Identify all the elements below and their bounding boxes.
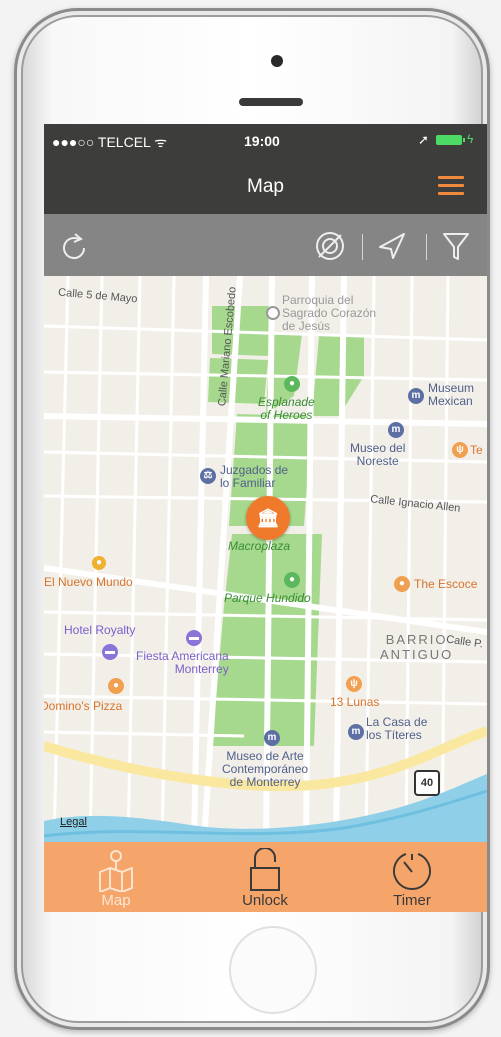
government-pin-icon[interactable]: ⚖ bbox=[200, 468, 216, 484]
legal-link[interactable]: Legal bbox=[60, 816, 87, 829]
poi-label: La Casa de los Títeres bbox=[366, 715, 428, 742]
carrier-signal: ●●●○○ TELCEL ᯤ bbox=[52, 134, 167, 150]
poi-label: Fiesta Americana Monterrey bbox=[136, 649, 229, 676]
map-view[interactable]: Calle 5 de Mayo Calle Mariano Escobedo C… bbox=[44, 276, 487, 842]
app-screen: ●●●○○ TELCEL ᯤ 19:00 ➚ ϟ Map Calle 5 de … bbox=[44, 124, 487, 912]
museum-pin-icon[interactable]: m bbox=[264, 730, 280, 746]
museum-pin-icon[interactable]: m bbox=[348, 724, 364, 740]
poi-label: Macroplaza bbox=[228, 539, 291, 553]
navigate-arrow-icon[interactable] bbox=[376, 230, 408, 262]
filter-icon[interactable] bbox=[442, 230, 470, 262]
pizza-pin-icon[interactable]: ● bbox=[108, 678, 124, 694]
poi-label: 13 Lunas bbox=[330, 695, 380, 709]
poi-label: Parroquia del Sagrado Corazón de Jesús bbox=[282, 293, 377, 333]
poi-label: Museo del Noreste bbox=[350, 441, 406, 468]
hamburger-menu-icon[interactable] bbox=[438, 176, 464, 196]
front-camera bbox=[271, 55, 283, 67]
status-bar: ●●●○○ TELCEL ᯤ 19:00 ➚ ϟ bbox=[44, 124, 487, 156]
poi-label: Museum Mexican bbox=[428, 381, 475, 408]
bar-pin-icon[interactable]: ● bbox=[394, 576, 410, 592]
hotel-pin-icon[interactable]: ▬ bbox=[102, 644, 118, 660]
tab-bar: Map Unlock Timer bbox=[44, 842, 487, 912]
tab-timer[interactable]: Timer bbox=[352, 842, 472, 912]
restaurant-pin-icon[interactable]: ψ bbox=[346, 676, 362, 692]
restaurant-pin-icon[interactable]: ψ bbox=[452, 442, 468, 458]
page-title: Map bbox=[247, 176, 284, 197]
timer-icon bbox=[393, 853, 431, 890]
map-icon bbox=[99, 850, 133, 892]
home-button[interactable] bbox=[229, 926, 317, 1014]
park-pin-icon[interactable]: ● bbox=[284, 572, 300, 588]
toolbar-separator bbox=[362, 234, 363, 260]
charging-icon: ϟ bbox=[467, 132, 474, 146]
poi-label: The Escoce bbox=[414, 577, 478, 591]
tab-unlock[interactable]: Unlock bbox=[205, 842, 325, 912]
tab-label: Map bbox=[101, 892, 131, 909]
church-pin-icon[interactable] bbox=[266, 306, 280, 320]
nav-bar: Map bbox=[44, 156, 487, 214]
toolbar-separator bbox=[426, 234, 427, 260]
store-pin-icon[interactable]: ● bbox=[92, 556, 106, 570]
poi-label: Juzgados de lo Familiar bbox=[220, 463, 289, 490]
park-pin-icon[interactable]: ● bbox=[284, 376, 300, 392]
map-toolbar bbox=[44, 214, 487, 276]
battery-icon bbox=[436, 135, 465, 145]
neighborhood-label: BARRIO ANTIGUO bbox=[380, 632, 454, 662]
highway-shield-icon: 40 bbox=[414, 770, 440, 796]
museum-pin-icon[interactable]: m bbox=[388, 422, 404, 438]
tab-label: Unlock bbox=[242, 892, 288, 909]
museum-pin-icon[interactable]: m bbox=[408, 388, 424, 404]
poi-label: Domino's Pizza bbox=[44, 699, 123, 713]
poi-label: Te bbox=[470, 443, 483, 457]
selected-place-pin-icon[interactable]: 🏛 bbox=[246, 496, 290, 540]
refresh-icon[interactable] bbox=[60, 230, 88, 260]
poi-label: El Nuevo Mundo bbox=[44, 575, 133, 589]
poi-label: Museo de Arte Contemporáneo de Monterrey bbox=[222, 749, 309, 789]
status-time: 19:00 bbox=[244, 133, 280, 149]
unlock-icon bbox=[250, 848, 280, 891]
tab-map[interactable]: Map bbox=[56, 842, 176, 912]
poi-label: Esplanade of Heroes bbox=[258, 395, 315, 422]
hotel-pin-icon[interactable]: ▬ bbox=[186, 630, 202, 646]
earpiece-speaker bbox=[239, 98, 303, 106]
location-arrow-icon: ➚ bbox=[418, 132, 429, 147]
location-target-icon[interactable] bbox=[314, 230, 346, 262]
tab-label: Timer bbox=[393, 892, 431, 909]
poi-label: Parque Hundido bbox=[224, 591, 311, 605]
poi-label: Hotel Royalty bbox=[64, 623, 136, 637]
